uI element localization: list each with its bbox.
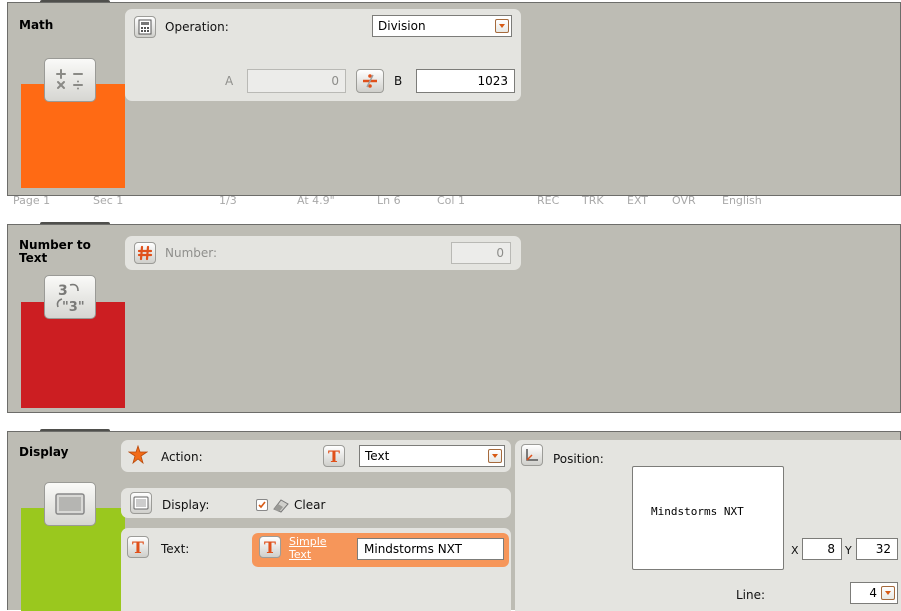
position-axis-icon <box>521 444 543 466</box>
bg-strip-text: EXT <box>627 196 649 207</box>
operation-select[interactable]: Division <box>372 15 512 37</box>
bg-strip-text: 1/3 <box>219 196 237 207</box>
chevron-down-icon[interactable] <box>495 19 509 33</box>
calculator-operators-icon <box>56 69 83 90</box>
preview-text: Mindstorms NXT <box>651 505 744 518</box>
bg-strip-text: Col 1 <box>437 196 465 207</box>
display-block-icon-tile <box>44 482 96 526</box>
operation-select-value: Division <box>378 19 426 33</box>
number-to-text-icon-tile: 3 "3" <box>44 275 96 319</box>
calculator-icon <box>134 16 156 38</box>
action-star-icon <box>127 444 149 466</box>
number-input[interactable]: 0 <box>451 242 511 264</box>
line-select[interactable]: 4 <box>850 582 898 604</box>
monitor-icon <box>55 493 85 515</box>
tile-top-text: 3 <box>58 283 68 299</box>
y-input[interactable]: 32 <box>856 538 898 560</box>
display-block-title: Display <box>19 445 69 459</box>
display-block-panel: Display Action: T Text Display: Clear T … <box>7 431 901 611</box>
background-status-strip: Page 1 Sec 1 1/3 At 4.9" Ln 6 Col 1 REC … <box>7 196 787 210</box>
position-preview-screen[interactable]: Mindstorms NXT <box>632 466 784 570</box>
text-label: Text: <box>161 542 190 556</box>
number-label: Number: <box>165 246 218 260</box>
text-icon: T <box>127 536 149 558</box>
svg-text:T: T <box>328 448 340 464</box>
math-block-title: Math <box>19 18 54 32</box>
simple-text-link-line2: Text <box>289 548 312 561</box>
number-to-text-icon: 3 "3" <box>56 283 85 315</box>
action-select[interactable]: Text <box>359 445 505 467</box>
eraser-icon <box>273 499 289 513</box>
bg-strip-text: Ln 6 <box>377 196 401 207</box>
bg-strip-text: OVR <box>672 196 696 207</box>
bg-strip-text: English <box>722 196 762 207</box>
display-label: Display: <box>162 498 210 512</box>
a-label: A <box>225 74 234 88</box>
action-select-value: Text <box>365 449 390 463</box>
math-block-panel: Math Operation: Division A 0 B 1023 <box>7 2 901 196</box>
x-label: X <box>791 544 799 557</box>
a-input[interactable]: 0 <box>247 69 346 93</box>
tile-bottom-text: "3" <box>62 300 85 315</box>
operation-label: Operation: <box>165 20 229 34</box>
simple-text-link-line1: Simple <box>289 535 327 548</box>
x-input[interactable]: 8 <box>802 538 842 560</box>
simple-text-link[interactable]: Simple Text <box>289 535 327 561</box>
math-block-icon-tile <box>44 58 96 102</box>
text-type-icon: T <box>323 445 345 467</box>
bg-strip-text: TRK <box>582 196 604 207</box>
text-input[interactable]: Mindstorms NXT <box>357 538 504 560</box>
svg-text:T: T <box>264 539 276 555</box>
checkmark-icon <box>258 501 266 509</box>
bg-strip-text: REC <box>537 196 560 207</box>
action-label: Action: <box>161 450 203 464</box>
line-select-value: 4 <box>869 586 877 600</box>
chevron-down-icon[interactable] <box>488 449 502 463</box>
display-screen-icon <box>130 492 152 514</box>
division-operator-icon <box>356 69 384 93</box>
chevron-down-icon[interactable] <box>881 586 895 600</box>
line-label: Line: <box>736 588 766 602</box>
clear-label: Clear <box>294 498 326 512</box>
simple-text-icon: T <box>259 536 281 558</box>
number-to-text-block-panel: Number to Text 3 "3" Number: 0 <box>7 224 901 413</box>
b-input[interactable]: 1023 <box>416 69 515 93</box>
number-to-text-title-line2: Text <box>19 251 48 265</box>
svg-text:T: T <box>132 539 144 555</box>
b-label: B <box>394 74 403 88</box>
y-label: Y <box>845 544 852 557</box>
bg-strip-text: Page 1 <box>13 196 51 207</box>
position-label: Position: <box>553 452 604 466</box>
clear-checkbox[interactable] <box>256 499 268 511</box>
hash-icon <box>134 242 156 264</box>
bg-strip-text: At 4.9" <box>297 196 335 207</box>
bg-strip-text: Sec 1 <box>93 196 124 207</box>
